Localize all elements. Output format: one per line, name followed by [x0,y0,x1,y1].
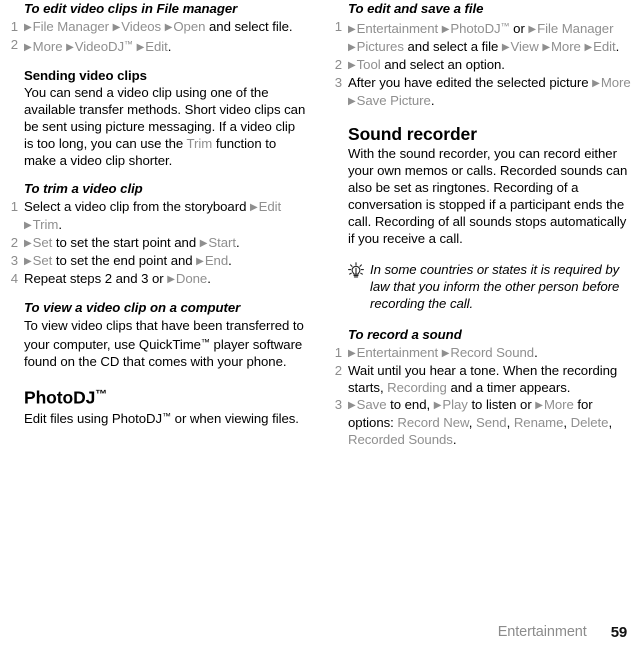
heading-to-trim-a-video-clip: To trim a video clip [24,181,143,197]
arrow-icon: ▶ [24,42,32,54]
step-text: Select a video clip from the storyboard … [24,199,282,233]
light-bulb-icon [347,262,365,280]
step-number: 2 [10,37,18,52]
arrow-icon: ▶ [24,22,32,33]
steps-edit-video-clips: 1 ▶File Manager ▶Videos ▶Open and select… [8,18,308,56]
heading-to-edit-video-clips: To edit video clips in File manager [24,1,238,16]
arrow-icon: ▶ [501,42,510,54]
list-item: 2 ▶Tool and select an option. [332,56,632,74]
heading-sending-video-clips: Sending video clips [24,68,147,84]
paragraph-photodj: Edit files using PhotoDJ™ or when viewin… [24,411,299,427]
arrow-icon: ▶ [584,42,593,54]
step-number: 3 [10,253,18,269]
step-text: ▶Set to set the end point and ▶End. [24,253,232,269]
left-column: To edit video clips in File manager 1 ▶F… [0,0,318,612]
step-number: 1 [10,19,18,34]
arrow-icon: ▶ [542,42,550,54]
paragraph-sound-recorder: With the sound recorder, you can record … [348,146,628,247]
step-number: 1 [10,199,18,215]
step-number: 3 [334,397,342,413]
arrow-icon: ▶ [66,42,74,54]
arrow-icon: ▶ [348,24,356,36]
arrow-icon: ▶ [249,202,258,214]
steps-edit-and-save-file: 1 ▶Entertainment ▶PhotoDJ™ or ▶File Mana… [332,18,632,110]
arrow-icon: ▶ [348,42,356,54]
heading-sound-recorder: Sound recorder [348,124,477,145]
arrow-icon: ▶ [348,400,356,412]
arrow-icon: ▶ [24,238,32,250]
list-item: 3 ▶Save to end, ▶Play to listen or ▶More… [332,396,632,448]
step-number: 1 [334,19,342,34]
steps-trim-video-clip: 1 Select a video clip from the storyboar… [8,198,308,288]
step-number: 1 [334,345,342,361]
heading-photodj: PhotoDJ™ [24,387,108,408]
list-item: 1 ▶Entertainment ▶PhotoDJ™ or ▶File Mana… [332,18,632,56]
two-column-body: To edit video clips in File manager 1 ▶F… [0,0,637,612]
list-item: 2 ▶Set to set the start point and ▶Start… [8,234,308,252]
step-number: 2 [334,363,342,379]
step-number: 3 [334,75,342,91]
arrow-icon: ▶ [528,24,537,36]
list-item: 3 After you have edited the selected pic… [332,74,632,110]
tip-note: In some countries or states it is requir… [348,261,632,312]
list-item: 3 ▶Set to set the end point and ▶End. [8,252,308,270]
step-text: After you have edited the selected pictu… [348,75,631,109]
manual-page: To edit video clips in File manager 1 ▶F… [0,0,637,651]
list-item: 4 Repeat steps 2 and 3 or ▶Done. [8,270,308,288]
step-text: ▶Set to set the start point and ▶Start. [24,235,240,251]
steps-record-a-sound: 1 ▶Entertainment ▶Record Sound. 2 Wait u… [332,344,632,448]
arrow-icon: ▶ [535,400,543,412]
step-text: Repeat steps 2 and 3 or ▶Done. [24,271,211,287]
step-text: ▶Entertainment ▶Record Sound. [348,345,538,361]
right-column: To edit and save a file 1 ▶Entertainment… [318,0,636,612]
list-item: 2 Wait until you hear a tone. When the r… [332,362,632,396]
step-text: ▶Save to end, ▶Play to listen or ▶More f… [348,397,613,448]
list-item: 1 ▶Entertainment ▶Record Sound. [332,344,632,362]
arrow-icon: ▶ [196,256,204,268]
arrow-icon: ▶ [112,22,121,33]
list-item: 2 ▶More ▶VideoDJ™ ▶Edit. [8,36,308,56]
arrow-icon: ▶ [24,220,32,232]
list-item: 1 Select a video clip from the storyboar… [8,198,308,234]
page-footer: Entertainment 59 [0,621,637,643]
arrow-icon: ▶ [592,78,600,90]
paragraph-sending-video-clips: You can send a video clip using one of t… [24,85,306,169]
footer-section-label: Entertainment [497,624,587,640]
list-item: 1 ▶File Manager ▶Videos ▶Open and select… [8,18,308,36]
arrow-icon: ▶ [24,256,32,268]
step-text: ▶Tool and select an option. [348,57,505,73]
step-text: ▶More ▶VideoDJ™ ▶Edit. [24,39,172,55]
heading-to-edit-and-save-a-file: To edit and save a file [348,1,484,16]
step-number: 2 [10,235,18,251]
step-text: ▶Entertainment ▶PhotoDJ™ or ▶File Manage… [348,21,620,55]
step-text: ▶File Manager ▶Videos ▶Open and select f… [24,19,293,34]
arrow-icon: ▶ [348,96,356,108]
paragraph-view-video-clip-on-computer: To view video clips that have been trans… [24,318,304,370]
arrow-icon: ▶ [167,274,175,286]
tip-text: In some countries or states it is requir… [370,262,620,312]
footer-page-number: 59 [610,623,628,641]
heading-to-view-video-clip-on-computer: To view a video clip on a computer [24,300,241,316]
arrow-icon: ▶ [348,348,356,360]
step-text: Wait until you hear a tone. When the rec… [348,363,618,396]
heading-to-record-a-sound: To record a sound [348,327,462,343]
step-number: 4 [10,271,18,287]
arrow-icon: ▶ [136,42,145,54]
arrow-icon: ▶ [348,60,356,72]
step-number: 2 [334,57,342,73]
